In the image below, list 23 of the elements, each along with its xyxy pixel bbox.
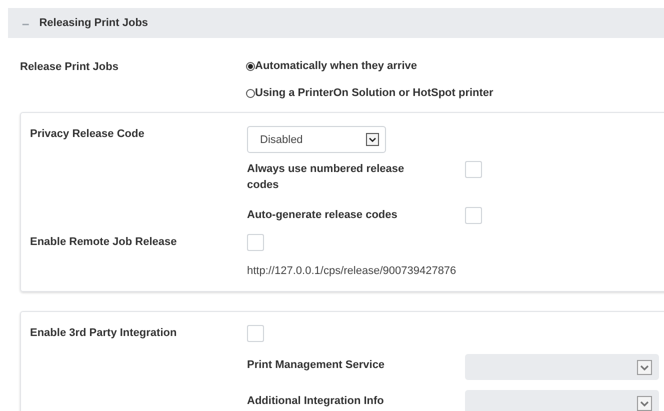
checkbox[interactable] [465,161,482,178]
option-label: Always use numbered release codes [247,162,406,193]
caret-icon [366,133,379,146]
radio-button[interactable] [246,88,255,98]
checkbox[interactable] [247,325,264,342]
option-label: Print Management Service [247,358,386,373]
caret-icon [637,360,652,374]
radio-label[interactable]: Automatically when they arrive [255,60,417,72]
radio-button[interactable] [246,62,255,70]
field-label: Privacy Release Code [30,127,146,140]
radio-label[interactable]: Using a PrinterOn Solution or HotSpot printer [255,87,494,99]
field-label: Release Print Jobs [20,60,120,73]
section-header[interactable]: – Releasing Print Jobs [8,8,664,38]
option-label: Additional Integration Info [247,394,385,409]
release-code-select[interactable]: Disabled [247,126,386,153]
option-label: Auto-generate release codes [247,208,398,223]
release-url: http://127.0.0.1/cps/release/900739427876 [247,265,458,277]
field-label: Enable 3rd Party Integration [30,326,178,339]
section-title: Releasing Print Jobs [39,17,148,29]
checkbox[interactable] [465,207,482,224]
checkbox[interactable] [247,234,264,251]
field-label: Enable Remote Job Release [30,235,178,248]
caret-icon [637,396,652,410]
